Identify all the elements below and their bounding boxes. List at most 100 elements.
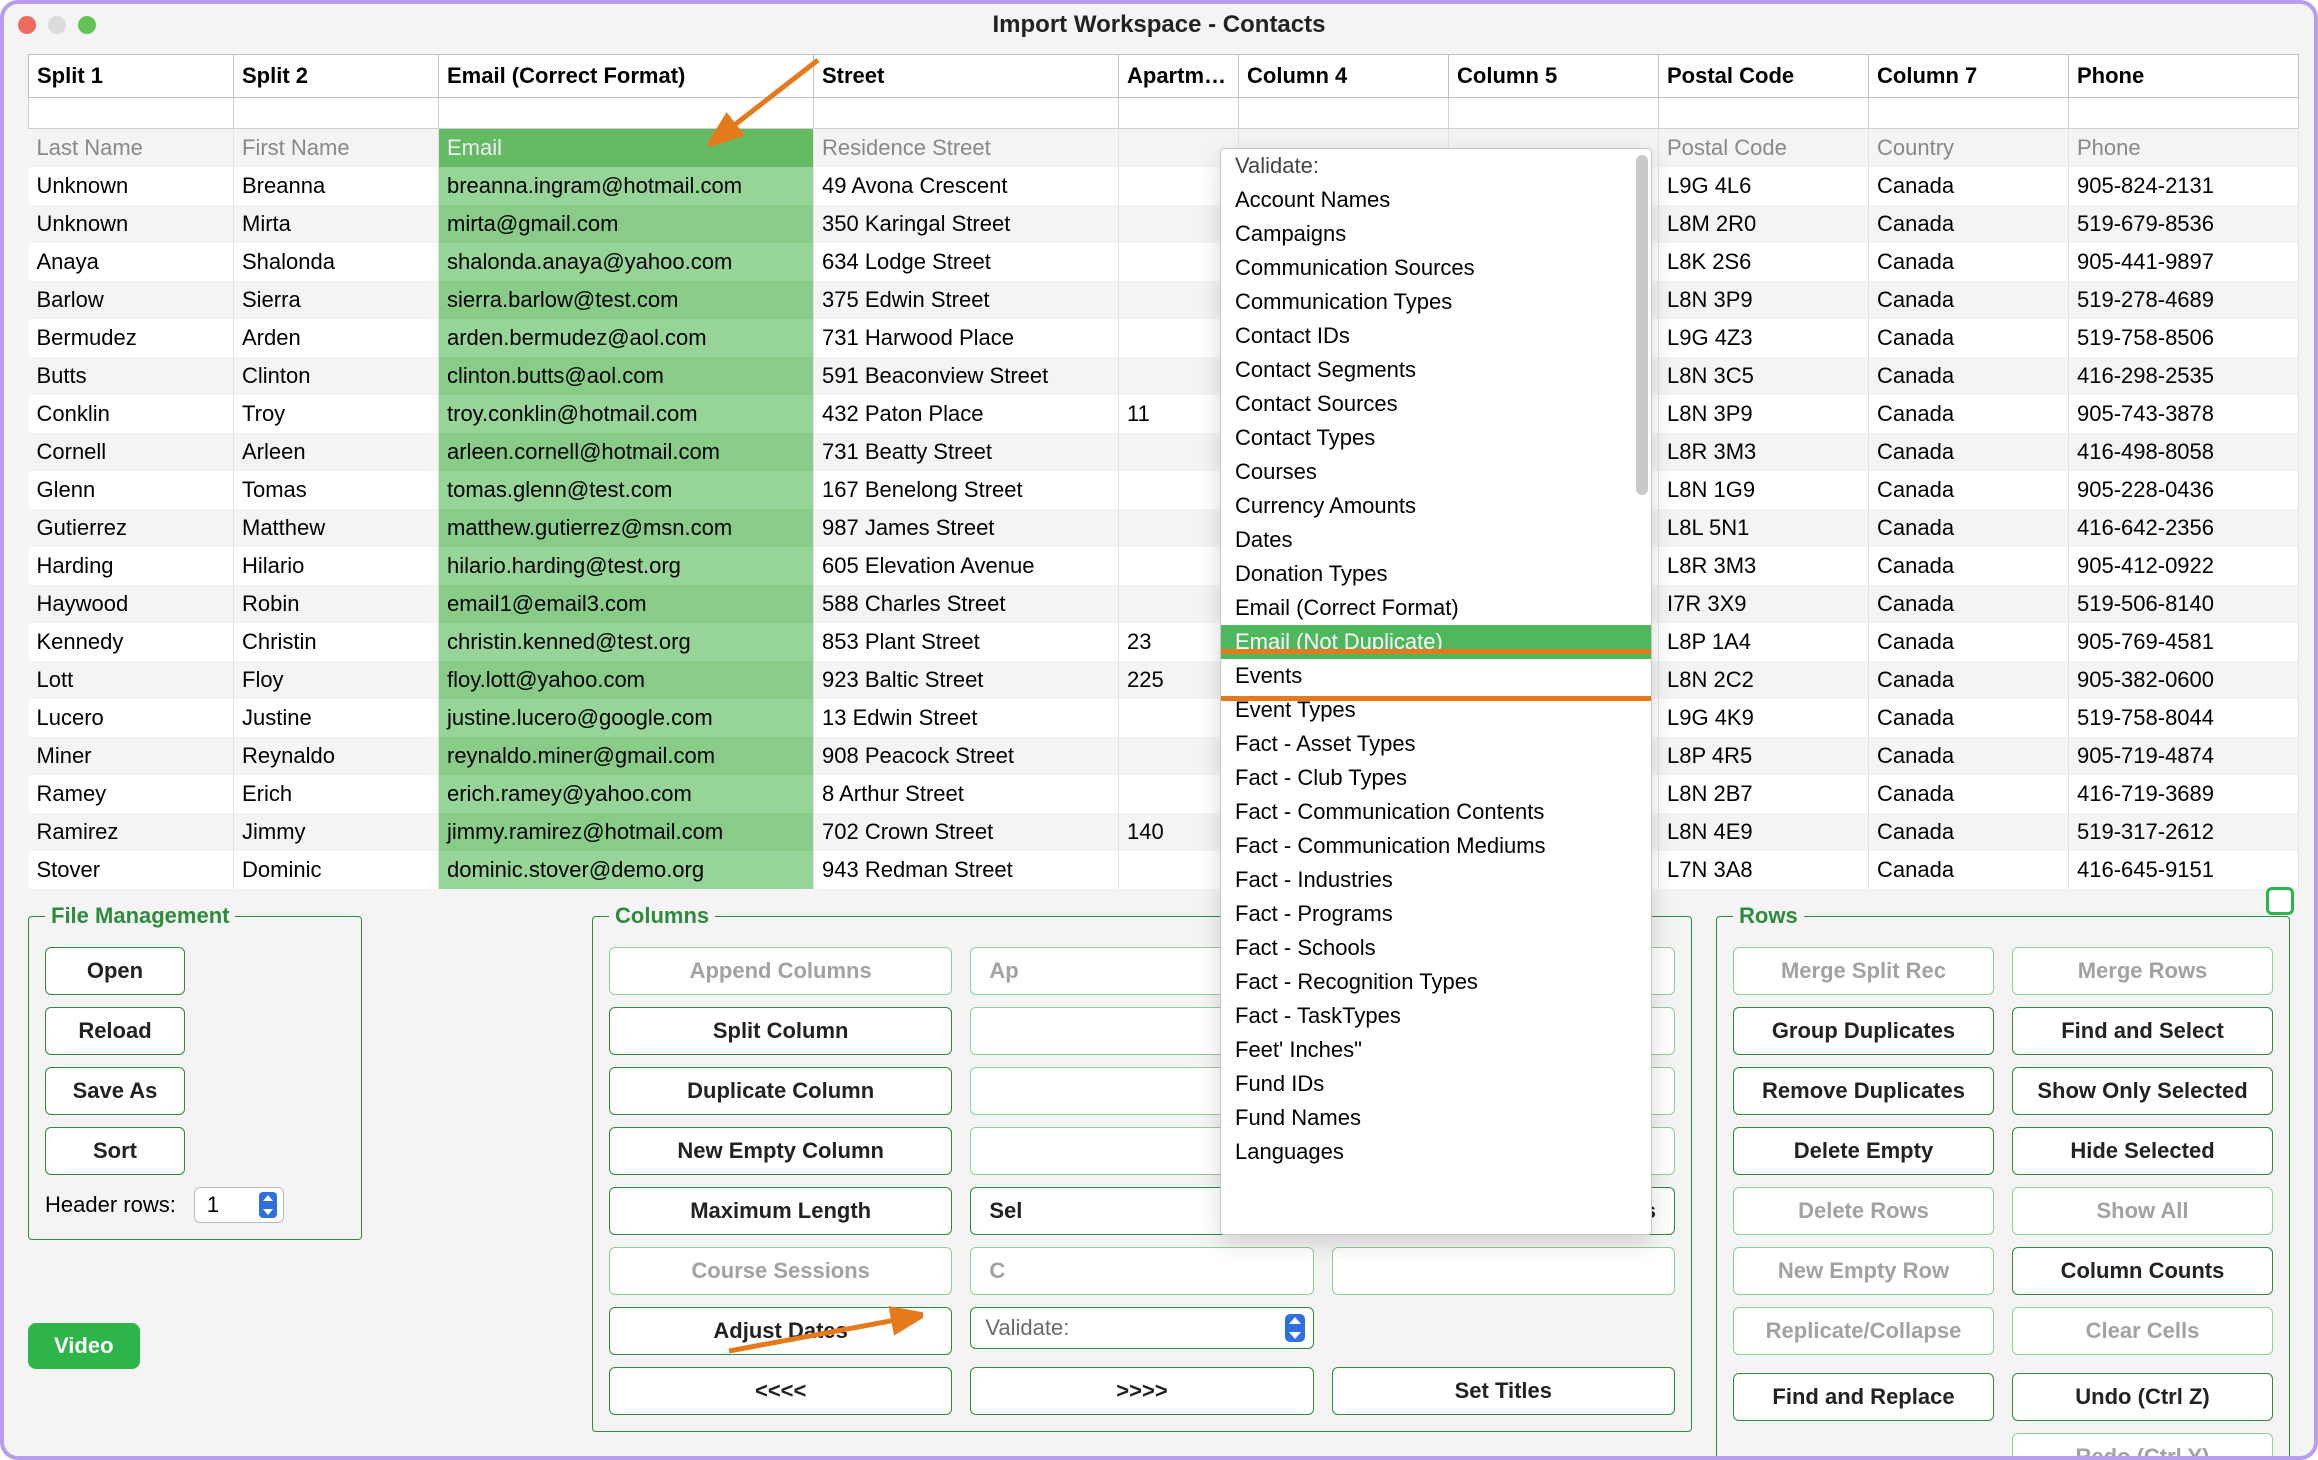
table-cell[interactable]: 634 Lodge Street <box>814 243 1119 281</box>
table-cell[interactable]: 432 Paton Place <box>814 395 1119 433</box>
table-cell[interactable]: Anaya <box>29 243 234 281</box>
column-filter[interactable] <box>1869 98 2069 129</box>
column-header[interactable]: Postal Code <box>1659 55 1869 98</box>
table-cell[interactable]: Erich <box>234 775 439 813</box>
table-cell[interactable]: Glenn <box>29 471 234 509</box>
table-cell[interactable]: L8R 3M3 <box>1659 547 1869 585</box>
dropdown-option[interactable]: Contact IDs <box>1221 319 1651 353</box>
table-cell[interactable]: Floy <box>234 661 439 699</box>
column-counts-button[interactable]: Column Counts <box>2012 1247 2273 1295</box>
table-cell[interactable]: 519-679-8536 <box>2069 205 2299 243</box>
dropdown-option[interactable]: Fact - Club Types <box>1221 761 1651 795</box>
table-cell[interactable]: 605 Elevation Avenue <box>814 547 1119 585</box>
table-cell[interactable]: Canada <box>1869 319 2069 357</box>
table-cell[interactable]: 731 Beatty Street <box>814 433 1119 471</box>
column-header[interactable]: Column 7 <box>1869 55 2069 98</box>
table-cell[interactable]: email1@email3.com <box>439 585 814 623</box>
table-row[interactable]: LuceroJustinejustine.lucero@google.com13… <box>29 699 2299 737</box>
table-cell[interactable]: L8N 3P9 <box>1659 281 1869 319</box>
dropdown-option[interactable]: Currency Amounts <box>1221 489 1651 523</box>
table-cell[interactable]: tomas.glenn@test.com <box>439 471 814 509</box>
table-cell[interactable]: matthew.gutierrez@msn.com <box>439 509 814 547</box>
table-cell[interactable]: L8P 1A4 <box>1659 623 1869 661</box>
table-cell[interactable]: Canada <box>1869 357 2069 395</box>
column-header[interactable]: Phone <box>2069 55 2299 98</box>
table-cell[interactable]: 416-719-3689 <box>2069 775 2299 813</box>
dropdown-option[interactable]: Contact Sources <box>1221 387 1651 421</box>
table-cell[interactable]: jimmy.ramirez@hotmail.com <box>439 813 814 851</box>
table-cell[interactable]: Miner <box>29 737 234 775</box>
table-cell[interactable]: Canada <box>1869 851 2069 889</box>
table-cell[interactable]: 905-719-4874 <box>2069 737 2299 775</box>
table-cell[interactable]: Canada <box>1869 585 2069 623</box>
table-cell[interactable]: Robin <box>234 585 439 623</box>
table-cell[interactable]: L8L 5N1 <box>1659 509 1869 547</box>
table-cell[interactable]: 519-506-8140 <box>2069 585 2299 623</box>
table-cell[interactable]: Mirta <box>234 205 439 243</box>
table-cell[interactable]: Canada <box>1869 737 2069 775</box>
table-row[interactable]: CornellArleenarleen.cornell@hotmail.com7… <box>29 433 2299 471</box>
validate-dropdown[interactable]: Validate:Account NamesCampaignsCommunica… <box>1220 148 1652 1235</box>
table-cell[interactable]: 519-317-2612 <box>2069 813 2299 851</box>
table-cell[interactable]: justine.lucero@google.com <box>439 699 814 737</box>
table-cell[interactable]: L9G 4K9 <box>1659 699 1869 737</box>
dropdown-option[interactable]: Email (Not Duplicate) <box>1221 625 1651 659</box>
table-cell[interactable]: Arden <box>234 319 439 357</box>
dropdown-option[interactable]: Fact - Industries <box>1221 863 1651 897</box>
table-cell[interactable]: L8K 2S6 <box>1659 243 1869 281</box>
dropdown-option[interactable]: Event Types <box>1221 693 1651 727</box>
dropdown-option[interactable]: Feet' Inches" <box>1221 1033 1651 1067</box>
dropdown-option[interactable]: Campaigns <box>1221 217 1651 251</box>
table-cell[interactable]: 350 Karingal Street <box>814 205 1119 243</box>
table-cell[interactable]: 905-228-0436 <box>2069 471 2299 509</box>
set-titles-button[interactable]: Set Titles <box>1332 1367 1675 1415</box>
table-cell[interactable]: arleen.cornell@hotmail.com <box>439 433 814 471</box>
table-row[interactable]: BermudezArdenarden.bermudez@aol.com731 H… <box>29 319 2299 357</box>
table-row[interactable]: AnayaShalondashalonda.anaya@yahoo.com634… <box>29 243 2299 281</box>
table-cell[interactable]: Canada <box>1869 433 2069 471</box>
table-cell[interactable]: Last Name <box>29 129 234 168</box>
table-cell[interactable]: 519-278-4689 <box>2069 281 2299 319</box>
table-cell[interactable]: 905-743-3878 <box>2069 395 2299 433</box>
dropdown-option[interactable]: Dates <box>1221 523 1651 557</box>
reload-button[interactable]: Reload <box>45 1007 185 1055</box>
table-cell[interactable]: L8N 4E9 <box>1659 813 1869 851</box>
dropdown-option[interactable]: Donation Types <box>1221 557 1651 591</box>
table-cell[interactable]: Troy <box>234 395 439 433</box>
table-cell[interactable]: Canada <box>1869 661 2069 699</box>
find-and-replace-button[interactable]: Find and Replace <box>1733 1373 1994 1421</box>
table-cell[interactable]: erich.ramey@yahoo.com <box>439 775 814 813</box>
table-cell[interactable]: L8N 2C2 <box>1659 661 1869 699</box>
table-cell[interactable]: Stover <box>29 851 234 889</box>
dropdown-option[interactable]: Contact Types <box>1221 421 1651 455</box>
sort-button[interactable]: Sort <box>45 1127 185 1175</box>
dropdown-option[interactable]: Email (Correct Format) <box>1221 591 1651 625</box>
table-cell[interactable]: L7N 3A8 <box>1659 851 1869 889</box>
column-filter[interactable] <box>1449 98 1659 129</box>
table-cell[interactable]: 167 Benelong Street <box>814 471 1119 509</box>
column-header[interactable]: Split 1 <box>29 55 234 98</box>
delete-empty-button[interactable]: Delete Empty <box>1733 1127 1994 1175</box>
table-cell[interactable]: 416-642-2356 <box>2069 509 2299 547</box>
table-cell[interactable]: 49 Avona Crescent <box>814 167 1119 205</box>
table-cell[interactable]: Shalonda <box>234 243 439 281</box>
table-cell[interactable]: 923 Baltic Street <box>814 661 1119 699</box>
column-filter[interactable] <box>1119 98 1239 129</box>
table-cell[interactable]: Canada <box>1869 205 2069 243</box>
table-cell[interactable]: Matthew <box>234 509 439 547</box>
table-cell[interactable]: Conklin <box>29 395 234 433</box>
table-row[interactable]: UnknownMirtamirta@gmail.com350 Karingal … <box>29 205 2299 243</box>
duplicate-column-button[interactable]: Duplicate Column <box>609 1067 952 1115</box>
table-cell[interactable]: Canada <box>1869 281 2069 319</box>
table-cell[interactable]: Arleen <box>234 433 439 471</box>
table-cell[interactable]: Canada <box>1869 775 2069 813</box>
table-cell[interactable]: 375 Edwin Street <box>814 281 1119 319</box>
column-header[interactable]: Column 5 <box>1449 55 1659 98</box>
table-cell[interactable]: breanna.ingram@hotmail.com <box>439 167 814 205</box>
table-cell[interactable]: 905-441-9897 <box>2069 243 2299 281</box>
table-cell[interactable]: floy.lott@yahoo.com <box>439 661 814 699</box>
table-cell[interactable]: L8N 1G9 <box>1659 471 1869 509</box>
table-cell[interactable]: Justine <box>234 699 439 737</box>
table-cell[interactable]: Canada <box>1869 813 2069 851</box>
table-cell[interactable]: Hilario <box>234 547 439 585</box>
